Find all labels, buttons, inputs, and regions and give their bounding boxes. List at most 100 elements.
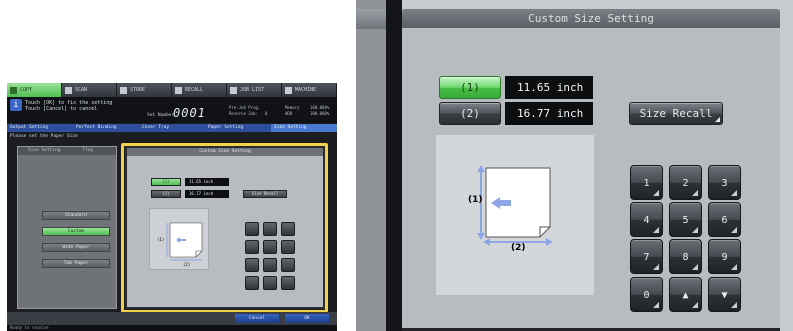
key-7[interactable]: 7 xyxy=(630,239,663,274)
tab-store-label: STORE xyxy=(130,87,146,93)
tab-scan-label: SCAN xyxy=(75,87,88,93)
key-9-corner-icon xyxy=(731,264,737,270)
tab-recall[interactable]: RECALL xyxy=(172,83,227,97)
breadcrumb-output-setting[interactable]: Output Setting xyxy=(7,124,73,132)
key-2[interactable]: 2 xyxy=(669,165,702,200)
key-9[interactable]: 9 xyxy=(708,239,741,274)
custom-size-title: Custom Size Setting xyxy=(402,9,780,28)
recall-icon xyxy=(175,86,182,94)
key-2-corner-icon xyxy=(692,190,698,196)
key-8[interactable]: 8 xyxy=(669,239,702,274)
breadcrumb: Output Setting Perfect Binding Cover Tra… xyxy=(7,124,337,132)
memory-value: 100.000% xyxy=(310,105,330,110)
down-arrow-icon: ▼ xyxy=(721,290,728,301)
key-1-label: 1 xyxy=(643,178,650,189)
ok-button[interactable]: OK xyxy=(285,314,329,323)
key-2-label: 2 xyxy=(682,178,689,189)
key-4[interactable]: 4 xyxy=(630,202,663,237)
key-0-corner-icon xyxy=(653,302,659,308)
mode-tab-bar: COPY SCAN STORE RECALL JOB LIST MACHINE xyxy=(7,83,337,97)
store-icon xyxy=(120,86,127,94)
size-type-window: Size Setting Tray Standard Custom Wide Pa… xyxy=(17,146,117,309)
hdd-value: 100.000% xyxy=(310,111,330,116)
message-line-2: Touch [Cancel] to cancel xyxy=(25,106,98,112)
key-8-corner-icon xyxy=(692,264,698,270)
tab-machine[interactable]: MACHINE xyxy=(282,83,337,97)
key-down-arrow[interactable]: ▼ xyxy=(708,277,741,312)
size-diagram: (1) (2) xyxy=(436,135,594,295)
tray-tab-label[interactable]: Tray xyxy=(83,148,94,153)
breadcrumb-cover-tray[interactable]: Cover Tray xyxy=(139,124,205,132)
size-setting-tab[interactable]: Size Setting Tray xyxy=(18,147,116,155)
tab-job-list-label: JOB LIST xyxy=(240,87,265,93)
up-arrow-icon: ▲ xyxy=(682,290,689,301)
key-5[interactable]: 5 xyxy=(669,202,702,237)
status-bar: Ready to receive xyxy=(7,325,337,331)
key-3[interactable]: 3 xyxy=(708,165,741,200)
paper-sheet-icon xyxy=(477,165,553,246)
key-6-label: 6 xyxy=(721,215,728,226)
highlight-frame xyxy=(121,143,328,313)
standard-button[interactable]: Standard xyxy=(42,211,110,220)
entry-1-button[interactable]: (1) xyxy=(439,76,501,99)
reserve-count: 0 xyxy=(265,111,268,116)
key-up-arrow[interactable]: ▲ xyxy=(669,277,702,312)
window-border xyxy=(386,0,402,331)
diagram-label-1: (1) xyxy=(468,195,483,205)
job-list-icon xyxy=(230,86,237,94)
key-0-label: 0 xyxy=(643,290,650,301)
key-4-label: 4 xyxy=(643,215,650,226)
key-up-corner-icon xyxy=(692,302,698,308)
tab-paper-button[interactable]: Tab Paper xyxy=(42,259,110,268)
breadcrumb-size-setting[interactable]: Size Setting xyxy=(271,124,337,132)
key-1-corner-icon xyxy=(653,190,659,196)
size-recall-corner-icon xyxy=(715,117,720,122)
tab-copy-label: COPY xyxy=(20,87,33,93)
reserve-label: Reserve Job: xyxy=(229,111,258,116)
entry-2-button[interactable]: (2) xyxy=(439,102,501,125)
machine-icon xyxy=(285,86,292,94)
paper-prompt: Please set the Paper Size xyxy=(10,134,78,139)
entry-2-value: 16.77 inch xyxy=(505,102,593,125)
set-number-label: Set Number xyxy=(147,113,175,118)
key-4-corner-icon xyxy=(653,227,659,233)
size-setting-tab-label: Size Setting xyxy=(28,148,61,153)
key-3-label: 3 xyxy=(721,178,728,189)
wide-paper-button[interactable]: Wide Paper xyxy=(42,243,110,252)
entry-1-label: (1) xyxy=(460,81,480,94)
key-6[interactable]: 6 xyxy=(708,202,741,237)
tab-copy[interactable]: COPY xyxy=(7,83,62,97)
pre-job-label: Pre-Job Prog. xyxy=(229,105,261,110)
tab-job-list[interactable]: JOB LIST xyxy=(227,83,282,97)
left-strip-tab xyxy=(356,9,386,29)
tab-machine-label: MACHINE xyxy=(295,87,317,93)
set-number: 0001 xyxy=(173,106,206,120)
memory-label: Memory xyxy=(285,105,300,110)
info-icon: i xyxy=(10,99,22,111)
size-recall-button[interactable]: Size Recall xyxy=(629,102,723,125)
key-5-label: 5 xyxy=(682,215,689,226)
key-down-corner-icon xyxy=(731,302,737,308)
diagram-label-2: (2) xyxy=(511,243,526,253)
key-7-corner-icon xyxy=(653,264,659,270)
breadcrumb-perfect-binding[interactable]: Perfect Binding xyxy=(73,124,139,132)
size-recall-label: Size Recall xyxy=(639,107,713,120)
tab-scan[interactable]: SCAN xyxy=(62,83,117,97)
key-8-label: 8 xyxy=(682,252,689,263)
copy-icon xyxy=(10,86,17,94)
key-5-corner-icon xyxy=(692,227,698,233)
entry-1-value: 11.65 inch xyxy=(505,76,593,99)
bottom-bar: Cancel OK xyxy=(7,312,337,325)
entry-2-label: (2) xyxy=(460,107,480,120)
tab-store[interactable]: STORE xyxy=(117,83,172,97)
key-0[interactable]: 0 xyxy=(630,277,663,312)
key-7-label: 7 xyxy=(643,252,650,263)
key-1[interactable]: 1 xyxy=(630,165,663,200)
breadcrumb-paper-setting[interactable]: Paper Setting xyxy=(205,124,271,132)
key-9-label: 9 xyxy=(721,252,728,263)
key-3-corner-icon xyxy=(731,190,737,196)
tab-recall-label: RECALL xyxy=(185,87,204,93)
full-panel-screenshot: COPY SCAN STORE RECALL JOB LIST MACHINE … xyxy=(7,83,337,331)
custom-button[interactable]: Custom xyxy=(42,227,110,236)
cancel-button[interactable]: Cancel xyxy=(235,314,279,323)
